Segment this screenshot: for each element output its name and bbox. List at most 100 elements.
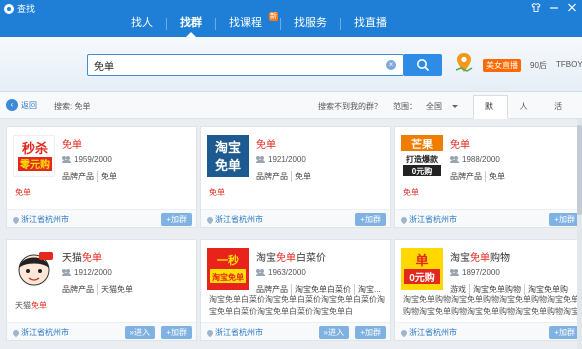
enter-group-button[interactable]: »进入 — [124, 326, 155, 339]
group-avatar: 淘宝 免单 — [207, 135, 249, 177]
sort-tabs: 默认 人数 活跃度 — [473, 95, 582, 155]
group-name-highlight: 免单 — [450, 140, 470, 151]
group-location: 浙江省杭州市 — [399, 214, 457, 225]
results-scrollbar[interactable] — [577, 119, 582, 349]
group-description: 免单 — [15, 188, 31, 197]
group-card[interactable]: 单 0元购 淘宝免单购物 1897/2000 游戏 淘宝免单购物 淘宝免单购 淘… — [394, 239, 582, 341]
group-avatar — [13, 248, 55, 290]
enter-group-button[interactable]: »进入 — [318, 326, 349, 339]
nav-find-groups[interactable]: 找群 — [167, 12, 215, 37]
group-tags: 品牌产品 免单 — [62, 171, 120, 182]
group-name: 淘宝免单白菜价 — [256, 249, 326, 264]
group-name-suffix: 白菜价 — [296, 253, 326, 264]
member-count: 1959/2000 — [62, 155, 112, 164]
member-count-value: 1921/2000 — [268, 155, 306, 164]
group-card[interactable]: 秒杀 零元购 免单 1959/2000 品牌产品 免单 免单 浙江省杭州市 +加… — [6, 126, 197, 228]
tab-activity[interactable]: 活跃度 — [542, 95, 582, 155]
group-tag: 品牌产品 — [62, 285, 94, 294]
group-name: 免单 — [62, 136, 82, 151]
tab-default[interactable]: 默认 — [473, 95, 508, 133]
nav-label: 找课程 — [229, 17, 262, 29]
nav-find-services[interactable]: 找服务 — [281, 12, 340, 37]
skin-icon[interactable] — [530, 2, 542, 13]
back-button[interactable]: ‹ 返回 — [6, 99, 37, 111]
group-location: 浙江省杭州市 — [11, 214, 69, 225]
group-card[interactable]: 一秒 淘宝免单 淘宝免单白菜价 1963/2000 品牌产品 淘宝免单白菜价 淘… — [200, 239, 391, 341]
search-input[interactable] — [94, 55, 379, 75]
main-nav: 找人 找群 找课程 新 找服务 找直播 — [118, 12, 400, 37]
group-name-suffix: 购物 — [490, 253, 510, 264]
scroll-thumb[interactable] — [577, 125, 582, 215]
search-query-label: 搜索: 免单 — [54, 102, 91, 111]
group-card[interactable]: 淘宝 免单 免单 1921/2000 品牌产品 免单 免单 浙江省杭州市 +加群 — [200, 126, 391, 228]
avatar-text: 单 — [415, 253, 428, 268]
location-pin-icon — [11, 215, 21, 224]
group-name-highlight: 免单 — [82, 253, 102, 264]
member-count-value: 1897/2000 — [462, 268, 500, 277]
map-pin-icon[interactable] — [455, 52, 473, 76]
desc-text: 淘宝免单购物淘宝免单购物淘宝免单购物淘宝免单购物淘宝免单购物淘宝免单购物淘宝免单… — [403, 295, 579, 316]
card-footer: 浙江省杭州市 +加群 — [201, 209, 390, 227]
group-description: 免单 — [403, 188, 419, 197]
people-icon — [450, 269, 459, 276]
window-title: 查找 — [17, 4, 36, 14]
close-icon[interactable] — [566, 3, 578, 13]
join-group-button[interactable]: +加群 — [161, 326, 192, 339]
group-name-highlight: 免单 — [62, 140, 82, 151]
location-text: 浙江省杭州市 — [409, 215, 457, 224]
location-text: 浙江省杭州市 — [215, 328, 263, 337]
hot-tag[interactable]: 90后 — [530, 60, 547, 71]
group-tags: 品牌产品 免单 — [450, 171, 508, 182]
location-text: 浙江省杭州市 — [409, 328, 457, 337]
group-avatar: 一秒 淘宝免单 — [207, 248, 249, 290]
card-footer: 浙江省杭州市 »进入 +加群 — [201, 322, 390, 340]
minimize-icon[interactable] — [548, 3, 560, 13]
member-count: 1921/2000 — [256, 155, 306, 164]
member-count: 1988/2000 — [450, 155, 500, 164]
group-card[interactable]: 芒果 打造爆款 0元购 免单 1988/2000 品牌产品 免单 免单 浙江省杭… — [394, 126, 582, 228]
join-group-button[interactable]: +加群 — [549, 213, 580, 226]
window-controls — [530, 2, 578, 13]
location-pin-icon — [205, 215, 215, 224]
card-body: 秒杀 零元购 免单 1959/2000 品牌产品 免单 免单 — [7, 127, 196, 209]
search-button[interactable] — [404, 54, 442, 76]
avatar-text: 0元购 — [409, 271, 435, 284]
new-badge: 新 — [269, 12, 278, 21]
group-name: 免单 — [256, 136, 276, 151]
desc-prefix: 天猫 — [15, 301, 31, 310]
card-body: 天猫免单 1912/2000 品牌产品 天猫免单 天猫免单 — [7, 240, 196, 322]
group-tag: 品牌产品 — [256, 172, 288, 181]
not-found-link[interactable]: 搜索不到我的群？ — [318, 101, 382, 112]
join-group-button[interactable]: +加群 — [549, 326, 580, 339]
nav-label: 找服务 — [294, 17, 327, 29]
range-select[interactable]: 全国 — [426, 101, 458, 112]
hot-tag[interactable]: TFBOYS — [556, 60, 582, 69]
people-icon — [62, 156, 71, 163]
clear-icon[interactable]: × — [386, 60, 396, 70]
nav-find-courses[interactable]: 找课程 新 — [216, 12, 280, 37]
group-name-prefix: 淘宝 — [450, 253, 470, 264]
search-area: × 美女直播 90后 TFBOYS — [0, 37, 582, 92]
card-body: 淘宝 免单 免单 1921/2000 品牌产品 免单 免单 — [201, 127, 390, 209]
nav-label: 找人 — [131, 17, 153, 29]
join-group-button[interactable]: +加群 — [355, 326, 386, 339]
find-window: 查找 找人 找群 找课程 新 找服务 找直播 免单 × 美女直播 90后 TFB… — [0, 0, 582, 349]
live-badge[interactable]: 美女直播 — [483, 59, 521, 72]
group-tag: 天猫免单 — [97, 284, 136, 295]
nav-find-people[interactable]: 找人 — [118, 12, 166, 37]
join-group-button[interactable]: +加群 — [355, 213, 386, 226]
avatar-text: 0元购 — [412, 166, 432, 176]
group-name: 天猫免单 — [62, 249, 102, 264]
back-label: 返回 — [21, 100, 37, 110]
card-footer: 浙江省杭州市 +加群 — [7, 209, 196, 227]
nav-find-live[interactable]: 找直播 — [341, 12, 400, 37]
group-avatar: 芒果 打造爆款 0元购 — [401, 135, 443, 177]
tab-members[interactable]: 人数 — [508, 95, 543, 133]
group-location: 浙江省杭州市 — [205, 214, 263, 225]
people-icon — [256, 156, 265, 163]
group-tag: 免单 — [485, 171, 508, 182]
group-name-prefix: 天猫 — [62, 253, 82, 264]
location-text: 浙江省杭州市 — [215, 215, 263, 224]
group-card[interactable]: 天猫免单 1912/2000 品牌产品 天猫免单 天猫免单 浙江省杭州市 »进入… — [6, 239, 197, 341]
join-group-button[interactable]: +加群 — [161, 213, 192, 226]
